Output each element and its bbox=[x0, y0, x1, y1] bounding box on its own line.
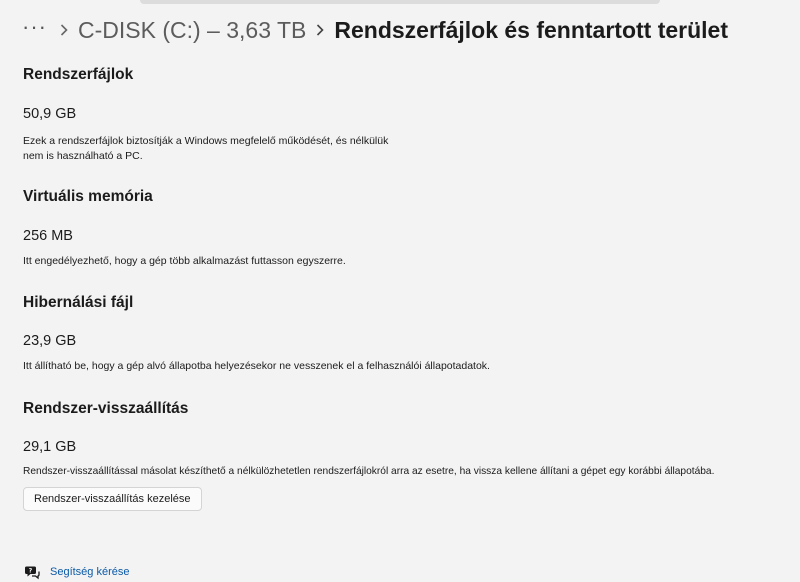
section-virtual-memory: Virtuális memória 256 MB Itt engedélyezh… bbox=[23, 188, 346, 267]
section-hibernation-file: Hibernálási fájl 23,9 GB Itt állítható b… bbox=[23, 294, 490, 372]
section-size-value: 29,1 GB bbox=[23, 439, 77, 455]
chevron-right-icon bbox=[316, 24, 325, 36]
section-size-value: 23,9 GB bbox=[23, 333, 77, 349]
section-title: Virtuális memória bbox=[23, 188, 153, 205]
help-chat-icon: ? bbox=[24, 564, 40, 580]
chevron-right-icon bbox=[60, 24, 68, 36]
section-description: Itt engedélyezhető, hogy a gép több alka… bbox=[23, 255, 346, 267]
section-system-restore: Rendszer-visszaállítás 29,1 GB Rendszer-… bbox=[23, 400, 714, 477]
more-options-button[interactable]: ··· bbox=[22, 16, 50, 38]
breadcrumb-parent-link[interactable]: C-DISK (C:) – 3,63 TB bbox=[78, 17, 306, 44]
section-title: Rendszer-visszaállítás bbox=[23, 400, 189, 417]
breadcrumb: ··· C-DISK (C:) – 3,63 TB Rendszerfájlok… bbox=[22, 12, 728, 48]
help-row: ? Segítség kérése bbox=[24, 564, 130, 580]
page-title: Rendszerfájlok és fenntartott terület bbox=[334, 16, 729, 43]
window-top-strip bbox=[140, 0, 660, 4]
section-description: Ezek a rendszerfájlok biztosítják a Wind… bbox=[23, 135, 389, 162]
manage-system-restore-button[interactable]: Rendszer-visszaállítás kezelése bbox=[23, 487, 202, 511]
section-title: Rendszerfájlok bbox=[23, 66, 134, 83]
section-system-files: Rendszerfájlok 50,9 GB Ezek a rendszerfá… bbox=[23, 66, 388, 162]
section-description: Itt állítható be, hogy a gép alvó állapo… bbox=[23, 360, 490, 372]
get-help-link[interactable]: Segítség kérése bbox=[50, 566, 130, 578]
svg-text:?: ? bbox=[29, 567, 33, 574]
section-size-value: 256 MB bbox=[23, 228, 73, 244]
section-size-value: 50,9 GB bbox=[23, 106, 77, 122]
section-title: Hibernálási fájl bbox=[23, 294, 134, 311]
section-description: Rendszer-visszaállítással másolat készít… bbox=[23, 466, 715, 477]
